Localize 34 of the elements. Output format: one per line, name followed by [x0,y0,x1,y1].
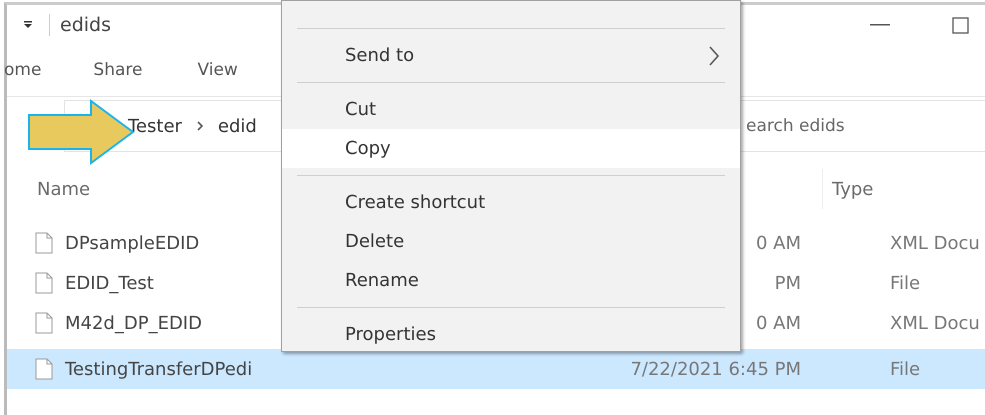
file-name: M42d_DP_EDID [65,312,202,336]
menu-item[interactable]: Delete [282,222,740,261]
file-name: TestingTransferDPedi [65,358,252,382]
table-cell-text: File [889,272,920,296]
ribbon-tab[interactable]: Share [93,58,142,84]
menu-item[interactable]: Send to [282,36,740,75]
table-cell-text: XML Docu [889,232,980,256]
chevron-right-icon [196,120,204,132]
table-cell-text: File [889,358,920,382]
table-cell-text: PM [774,272,802,296]
file-icon [35,232,53,254]
table-cell-text: 0 AM [754,232,802,256]
column-header[interactable]: Type [823,176,874,202]
menu-item[interactable]: Create shortcut [282,183,740,222]
menu-item[interactable]: Copy [282,129,740,168]
menu-item[interactable]: Cut [282,90,740,129]
breadcrumb-item[interactable]: Tester [128,112,182,140]
window-title: edids [49,14,111,36]
ribbon-tab[interactable]: View [197,58,238,84]
quick-access-dropdown-icon[interactable] [23,20,33,30]
minimize-icon[interactable] [870,24,890,26]
file-icon [35,312,53,334]
table-cell-text: 7/22/2021 6:45 PM [629,358,802,382]
file-name: EDID_Test [65,272,154,296]
file-icon [35,358,53,380]
file-icon [35,272,53,294]
file-row[interactable]: TestingTransferDPedi 7/22/2021 6:45 PM File [7,349,985,389]
maximize-icon[interactable] [952,16,969,34]
breadcrumb-item[interactable]: edid [218,112,257,140]
ribbon-tab[interactable]: ome [4,58,42,84]
table-cell-text: 0 AM [754,312,802,336]
file-name: DPsampleEDID [65,232,200,256]
menu-item[interactable]: Rename [282,261,740,300]
table-cell-text: XML Docu [889,312,980,336]
